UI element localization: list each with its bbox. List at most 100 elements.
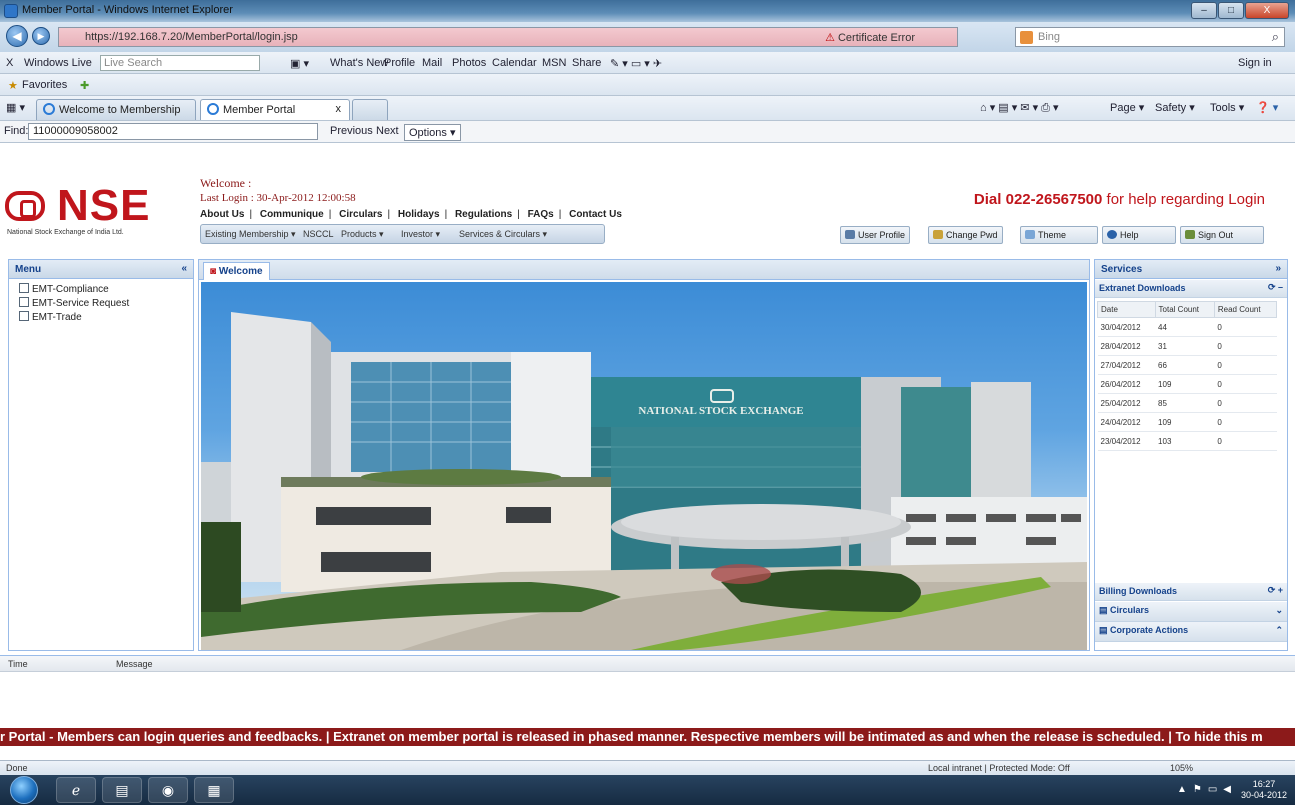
home-feeds-print-icons[interactable]: ⌂ ▾ ▤ ▾ ✉ ▾ ⎙ ▾ xyxy=(980,101,1059,115)
col-time[interactable]: Time xyxy=(8,659,28,669)
start-button[interactable] xyxy=(10,776,38,804)
link-regulations[interactable]: Regulations xyxy=(455,209,512,220)
link-about-us[interactable]: About Us xyxy=(200,209,244,220)
refresh-collapse-icon[interactable]: ⟳ – xyxy=(1268,282,1283,293)
live-search-go-button[interactable]: ▣ ▾ xyxy=(290,57,309,70)
link-whats-new[interactable]: What's New xyxy=(330,57,388,69)
security-zone[interactable]: Local intranet | Protected Mode: Off xyxy=(928,763,1070,773)
link-communique[interactable]: Communique xyxy=(260,209,324,220)
circulars-icon: ▤ xyxy=(1099,605,1111,615)
find-next-button[interactable]: Next xyxy=(376,125,399,137)
tab-close-button[interactable]: x xyxy=(336,103,342,115)
news-ticker[interactable]: r Portal - Members can login queries and… xyxy=(0,728,1295,746)
table-row[interactable]: 30/04/2012 44 0 xyxy=(1097,317,1277,337)
collapse-left-icon[interactable]: « xyxy=(181,263,187,274)
corporate-actions-header[interactable]: ▤ Corporate Actions ⌃ xyxy=(1095,622,1287,642)
col-total-count[interactable]: Total Count xyxy=(1154,301,1215,318)
expand-circulars-icon[interactable]: ⌄ xyxy=(1275,605,1283,616)
table-row[interactable]: 27/04/2012 66 0 xyxy=(1097,355,1277,375)
menu-existing-membership[interactable]: Existing Membership ▾ xyxy=(205,229,296,240)
page-menu[interactable]: Page ▾ xyxy=(1110,101,1144,114)
forward-button[interactable]: ▶ xyxy=(32,27,50,45)
live-search-input[interactable]: Live Search xyxy=(100,55,260,71)
services-panel-header[interactable]: Services » xyxy=(1094,259,1288,279)
find-input[interactable]: 11000009058002 xyxy=(28,123,318,140)
safety-menu[interactable]: Safety ▾ xyxy=(1155,101,1195,114)
extranet-downloads-header[interactable]: Extranet Downloads ⟳ – xyxy=(1095,280,1287,298)
certificate-error[interactable]: Certificate Error xyxy=(825,31,915,44)
tray-icons[interactable]: ▲⚑▭◀ xyxy=(1177,784,1237,795)
sign-out-button[interactable]: Sign Out xyxy=(1180,226,1264,244)
link-photos[interactable]: Photos xyxy=(452,57,486,69)
menu-services-circulars[interactable]: Services & Circulars ▾ xyxy=(459,229,547,240)
table-row[interactable]: 28/04/2012 31 0 xyxy=(1097,336,1277,356)
cell-total-count: 109 xyxy=(1155,374,1215,394)
table-row[interactable]: 26/04/2012 109 0 xyxy=(1097,374,1277,394)
col-date[interactable]: Date xyxy=(1097,301,1156,318)
add-favorite-icon[interactable]: ✚ xyxy=(80,79,89,92)
menu-tree: EMT-Compliance EMT-Service Request EMT-T… xyxy=(19,283,129,325)
sign-in-link[interactable]: Sign in xyxy=(1238,57,1272,69)
taskbar: ℯ ▤ ◉ ▦ ▲⚑▭◀ 16:27 30-04-2012 xyxy=(0,775,1295,805)
close-window-button[interactable]: X xyxy=(1245,2,1289,19)
link-profile[interactable]: Profile xyxy=(384,57,415,69)
menu-item-emt-compliance[interactable]: EMT-Compliance xyxy=(19,283,129,297)
collapse-right-icon[interactable]: » xyxy=(1275,263,1281,274)
taskbar-app-icon[interactable]: ◉ xyxy=(148,777,188,803)
help-button[interactable]: Help xyxy=(1102,226,1176,244)
link-holidays[interactable]: Holidays xyxy=(398,209,440,220)
windows-live-button[interactable]: Windows Live xyxy=(24,57,92,69)
toolbar-extra-icons[interactable]: ✎ ▾ ▭ ▾ ✈ xyxy=(610,57,662,70)
taskbar-ie-icon[interactable]: ℯ xyxy=(56,777,96,803)
link-share[interactable]: Share xyxy=(572,57,601,69)
table-row[interactable]: 25/04/2012 85 0 xyxy=(1097,393,1277,413)
menu-investor[interactable]: Investor ▾ xyxy=(401,229,440,240)
link-msn[interactable]: MSN xyxy=(542,57,566,69)
minimize-button[interactable]: – xyxy=(1191,2,1217,19)
cell-total-count: 103 xyxy=(1155,431,1215,451)
find-previous-button[interactable]: Previous xyxy=(330,125,373,137)
taskbar-explorer-icon[interactable]: ▤ xyxy=(102,777,142,803)
clock[interactable]: 16:27 30-04-2012 xyxy=(1241,779,1287,801)
toolbar-close-button[interactable]: X xyxy=(6,57,13,69)
link-calendar[interactable]: Calendar xyxy=(492,57,537,69)
menu-products[interactable]: Products ▾ xyxy=(341,229,384,240)
user-profile-button[interactable]: User Profile xyxy=(840,226,911,244)
billing-downloads-header[interactable]: Billing Downloads ⟳ + xyxy=(1095,583,1287,601)
expand-corporate-icon[interactable]: ⌃ xyxy=(1275,625,1283,636)
menu-item-emt-trade[interactable]: EMT-Trade xyxy=(19,311,129,325)
new-tab-button[interactable] xyxy=(352,99,388,120)
zoom-level[interactable]: 105% xyxy=(1170,763,1193,773)
col-message[interactable]: Message xyxy=(116,659,153,669)
link-mail[interactable]: Mail xyxy=(422,57,442,69)
search-icon[interactable]: ⌕ xyxy=(1272,29,1279,45)
taskbar-excel-icon[interactable]: ▦ xyxy=(194,777,234,803)
address-url[interactable]: https://192.168.7.20/MemberPortal/login.… xyxy=(85,31,298,43)
menu-item-emt-service-request[interactable]: EMT-Service Request xyxy=(19,297,129,311)
maximize-button[interactable]: □ xyxy=(1218,2,1244,19)
favorites-button[interactable]: Favorites xyxy=(22,79,67,91)
circulars-header[interactable]: ▤ Circulars ⌄ xyxy=(1095,602,1287,622)
search-input[interactable]: Bing ⌕ xyxy=(1015,27,1285,47)
help-menu-icon[interactable]: ❓ ▾ xyxy=(1256,101,1278,114)
tools-menu[interactable]: Tools ▾ xyxy=(1210,101,1244,114)
tab-welcome-membership[interactable]: Welcome to Membership ... xyxy=(36,99,196,128)
address-bar[interactable]: https://192.168.7.20/MemberPortal/login.… xyxy=(58,27,958,47)
theme-button[interactable]: Theme xyxy=(1020,226,1098,244)
table-row[interactable]: 24/04/2012 109 0 xyxy=(1097,412,1277,432)
find-label: Find: xyxy=(4,125,29,137)
menu-nsccl[interactable]: NSCCL xyxy=(303,229,334,239)
find-options-button[interactable]: Options ▾ xyxy=(404,124,461,141)
link-circulars[interactable]: Circulars xyxy=(339,209,382,220)
expand-icon[interactable]: ⟳ + xyxy=(1268,585,1283,596)
tab-member-portal[interactable]: Member Portal x xyxy=(200,99,350,120)
tab-welcome[interactable]: ◙ Welcome xyxy=(203,262,270,280)
back-button[interactable]: ◀ xyxy=(6,25,28,47)
menu-panel-header[interactable]: Menu « xyxy=(8,259,194,279)
link-contact-us[interactable]: Contact Us xyxy=(569,209,622,220)
table-row[interactable]: 23/04/2012 103 0 xyxy=(1097,431,1277,451)
quick-tabs-button[interactable]: ▦ ▾ xyxy=(6,101,25,114)
col-read-count[interactable]: Read Count xyxy=(1213,301,1278,318)
link-faqs[interactable]: FAQs xyxy=(528,209,554,220)
change-pwd-button[interactable]: Change Pwd xyxy=(928,226,1003,244)
